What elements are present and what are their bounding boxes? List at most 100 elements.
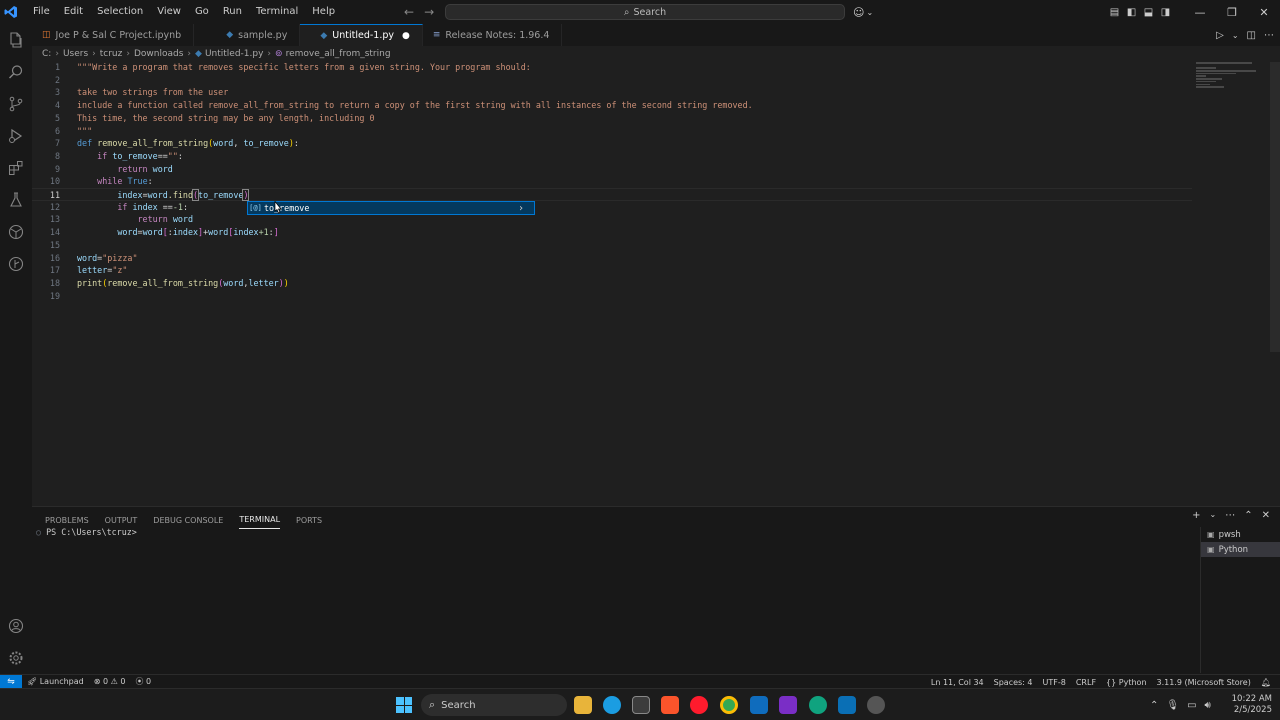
minimize-icon[interactable]: — [1184,6,1216,19]
code-line[interactable]: 5 This time, the second string may be any… [32,112,1192,125]
code-line[interactable]: 4 include a function called remove_all_fr… [32,99,1192,112]
chevron-right-icon[interactable]: › [518,203,524,214]
microsoft-store-icon[interactable] [632,696,650,714]
notifications-bell-icon[interactable]: 🔔︎ [1256,678,1276,687]
tab-notebook[interactable]: ◫ Joe P & Sal C Project.ipynb [32,24,195,46]
close-icon[interactable]: ✕ [1248,6,1280,19]
code-line[interactable]: 17 letter="z" [32,264,1192,277]
more-actions-icon[interactable]: ⋯ [1264,30,1274,41]
outlook-icon[interactable] [750,696,768,714]
code-line[interactable]: 12 if index ==-1: [32,201,1192,214]
menu-go[interactable]: Go [188,0,216,24]
remote-explorer-icon[interactable] [0,216,32,248]
end-of-line[interactable]: CRLF [1071,678,1101,687]
code-line[interactable]: 16 word="pizza" [32,252,1192,265]
brave-browser-icon[interactable] [661,696,679,714]
edge-browser-icon[interactable] [603,696,621,714]
code-line[interactable]: 9 return word [32,163,1192,176]
chatgpt-app-icon[interactable] [809,696,827,714]
toggle-panel-icon[interactable]: ⬓ [1140,7,1157,18]
cursor-position[interactable]: Ln 11, Col 34 [926,678,989,687]
tray-overflow-icon[interactable]: ⌃ [1150,700,1158,711]
breadcrumb-item[interactable]: tcruz [100,49,123,59]
microphone-icon[interactable]: 🎙︎ [1166,700,1179,711]
extensions-icon[interactable] [0,152,32,184]
encoding[interactable]: UTF-8 [1038,678,1071,687]
tab-sample-py[interactable]: ◆ sample.py [194,24,301,46]
maximize-panel-icon[interactable]: ⌃ [1244,510,1252,521]
testing-icon[interactable] [0,184,32,216]
volume-icon[interactable]: 🔊︎ [1205,700,1211,711]
back-arrow-icon[interactable]: ← [404,5,414,19]
unsaved-dot-icon[interactable]: ● [402,31,410,41]
windows-start-icon[interactable] [396,697,412,713]
tab-ports[interactable]: PORTS [296,511,322,529]
code-line[interactable]: 6 """ [32,125,1192,138]
indentation[interactable]: Spaces: 4 [989,678,1038,687]
toggle-secondary-sidebar-icon[interactable]: ◨ [1157,7,1174,18]
language-mode[interactable]: {} Python [1101,678,1151,687]
forward-arrow-icon[interactable]: → [424,5,434,19]
tab-terminal[interactable]: TERMINAL [239,511,281,529]
opera-browser-icon[interactable] [690,696,708,714]
breadcrumb-item[interactable]: C: [42,49,51,59]
source-control-icon[interactable] [0,88,32,120]
autocomplete-suggestion[interactable]: [@] to_remove › [247,201,535,215]
file-explorer-icon[interactable] [574,696,592,714]
run-and-debug-icon[interactable] [0,120,32,152]
breadcrumb-item[interactable]: Downloads [134,49,183,59]
menu-view[interactable]: View [150,0,188,24]
remote-indicator-icon[interactable]: ⇋ [0,674,22,689]
terminal-item-python[interactable]: ▣ Python [1201,542,1280,557]
menu-edit[interactable]: Edit [57,0,90,24]
vscode-taskbar-icon[interactable] [838,696,856,714]
other-app-icon[interactable] [867,696,885,714]
terminal-output[interactable]: ○ PS C:\Users\tcruz> [36,527,137,537]
code-line[interactable]: 18 print(remove_all_from_string(word,lett… [32,277,1192,290]
code-line[interactable]: 8 if to_remove=="": [32,150,1192,163]
taskbar-clock[interactable]: 10:22 AM 2/5/2025 [1220,694,1272,716]
menu-help[interactable]: Help [305,0,342,24]
new-terminal-icon[interactable]: + [1192,510,1200,521]
breadcrumb-item[interactable]: Users [63,49,88,59]
minimap[interactable] [1196,62,1256,92]
restore-icon[interactable]: ❐ [1216,6,1248,19]
problems-status[interactable]: ⊗ 0 ⚠ 0 [89,677,131,686]
git-graph-icon[interactable] [0,248,32,280]
more-actions-icon[interactable]: ⋯ [1225,510,1235,521]
ports-status[interactable]: ⦿ 0 [130,676,156,687]
code-line[interactable]: 14 word=word[:index]+word[index+1:] [32,226,1192,239]
chevron-down-icon[interactable]: ⌄ [1232,31,1239,40]
python-interpreter[interactable]: 3.11.9 (Microsoft Store) [1152,678,1256,687]
code-line[interactable]: 2 [32,74,1192,87]
taskbar-search[interactable]: ⌕ Search [421,694,567,716]
tab-debug-console[interactable]: DEBUG CONSOLE [153,511,223,529]
split-editor-icon[interactable]: ◫ [1247,30,1256,41]
code-line-current[interactable]: 11 index=word.find(to_remove) [32,188,1192,201]
launchpad-button[interactable]: 🚀︎ Launchpad [22,677,89,686]
tab-release-notes[interactable]: ≡ Release Notes: 1.96.4 [423,24,563,46]
code-line[interactable]: 13 return word [32,213,1192,226]
breadcrumb-item[interactable]: Untitled-1.py [205,49,263,59]
nextt-app-icon[interactable] [779,696,797,714]
code-line[interactable]: 3 take two strings from the user [32,86,1192,99]
customize-layout-icon[interactable]: ▤ [1106,7,1123,18]
code-editor[interactable]: 1 """Write a program that removes specifi… [32,61,1280,501]
terminal-item-pwsh[interactable]: ▣ pwsh [1201,527,1280,542]
code-line[interactable]: 15 [32,239,1192,252]
code-line[interactable]: 19 [32,290,1192,303]
explorer-icon[interactable] [0,24,32,56]
accounts-icon[interactable] [0,610,32,642]
run-python-file-icon[interactable]: ▷ [1216,30,1224,41]
code-line[interactable]: 7 def remove_all_from_string(word, to_rem… [32,137,1192,150]
command-center-search[interactable]: ⌕ Search [445,4,845,20]
search-icon[interactable] [0,56,32,88]
menu-file[interactable]: File [26,0,57,24]
tab-untitled-1-py[interactable]: ◆ Untitled-1.py ● [300,24,423,46]
chrome-browser-icon[interactable] [720,696,738,714]
settings-gear-icon[interactable] [0,642,32,674]
breadcrumb-item[interactable]: remove_all_from_string [286,49,391,59]
network-icon[interactable]: ▭ [1187,700,1196,711]
code-line[interactable]: 1 """Write a program that removes specifi… [32,61,1192,74]
menu-terminal[interactable]: Terminal [249,0,305,24]
